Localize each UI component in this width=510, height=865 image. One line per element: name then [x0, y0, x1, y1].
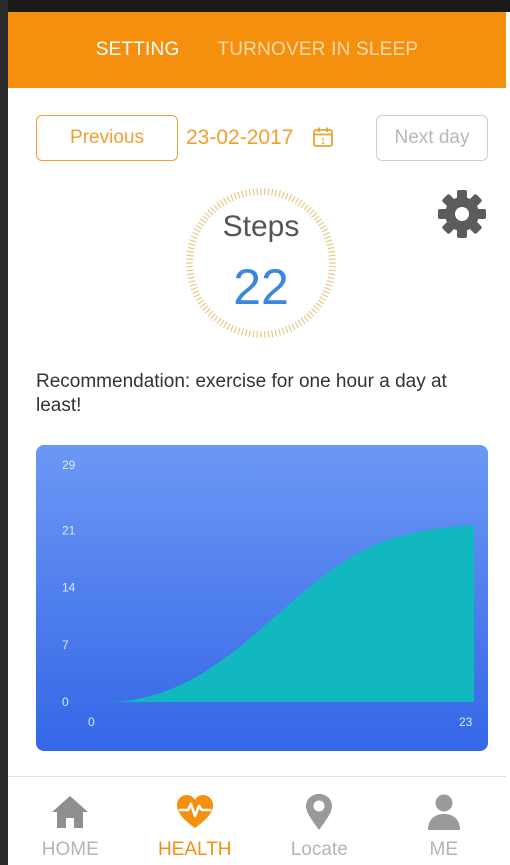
x-tick-label: 23	[459, 715, 473, 729]
recommendation-text: Recommendation: exercise for one hour a …	[36, 371, 447, 416]
steps-chart: 0 7 14 21 29 0 23	[36, 445, 488, 751]
gear-icon[interactable]	[436, 188, 488, 240]
y-tick-label: 29	[62, 458, 76, 472]
nav-item-me[interactable]: ME	[382, 777, 507, 865]
heart-pulse-icon	[176, 795, 213, 828]
bottom-nav: HOME HEALTH Locate ME	[8, 777, 506, 865]
current-date[interactable]: 23-02-2017	[186, 126, 293, 150]
nav-label-health: HEALTH	[157, 839, 232, 860]
calendar-icon[interactable]: 1	[312, 126, 334, 148]
date-navigator: Previous 23-02-2017 1 Next day	[36, 114, 488, 164]
nav-label-me: ME	[429, 839, 459, 860]
nav-label-home: HOME	[41, 839, 99, 860]
steps-chart-svg: 0 7 14 21 29 0 23	[36, 445, 488, 751]
nav-item-home[interactable]: HOME	[8, 777, 133, 865]
location-pin-icon	[306, 794, 333, 830]
app-screen: SETTING TURNOVER IN SLEEP Previous 23-02…	[0, 0, 510, 865]
status-bar	[0, 0, 510, 12]
top-tab-bar: SETTING TURNOVER IN SLEEP	[8, 12, 506, 88]
y-tick-label: 21	[62, 523, 76, 537]
calendar-day: 1	[321, 137, 326, 146]
nav-label-locate: Locate	[290, 839, 348, 860]
tab-setting[interactable]: SETTING	[96, 39, 180, 61]
previous-day-button[interactable]: Previous	[36, 115, 178, 161]
nav-item-health[interactable]: HEALTH	[133, 777, 258, 865]
y-tick-label: 7	[62, 638, 69, 652]
x-tick-label: 0	[88, 715, 95, 729]
device-bezel	[0, 0, 8, 865]
y-tick-label: 0	[62, 695, 69, 709]
steps-count: 22	[233, 259, 289, 315]
nav-item-locate[interactable]: Locate	[257, 777, 382, 865]
person-icon	[427, 794, 460, 830]
y-tick-label: 14	[62, 581, 76, 595]
next-day-button[interactable]: Next day	[376, 115, 488, 161]
home-icon	[52, 796, 89, 828]
steps-label: Steps	[222, 210, 300, 243]
tab-turnover-in-sleep[interactable]: TURNOVER IN SLEEP	[217, 39, 418, 61]
